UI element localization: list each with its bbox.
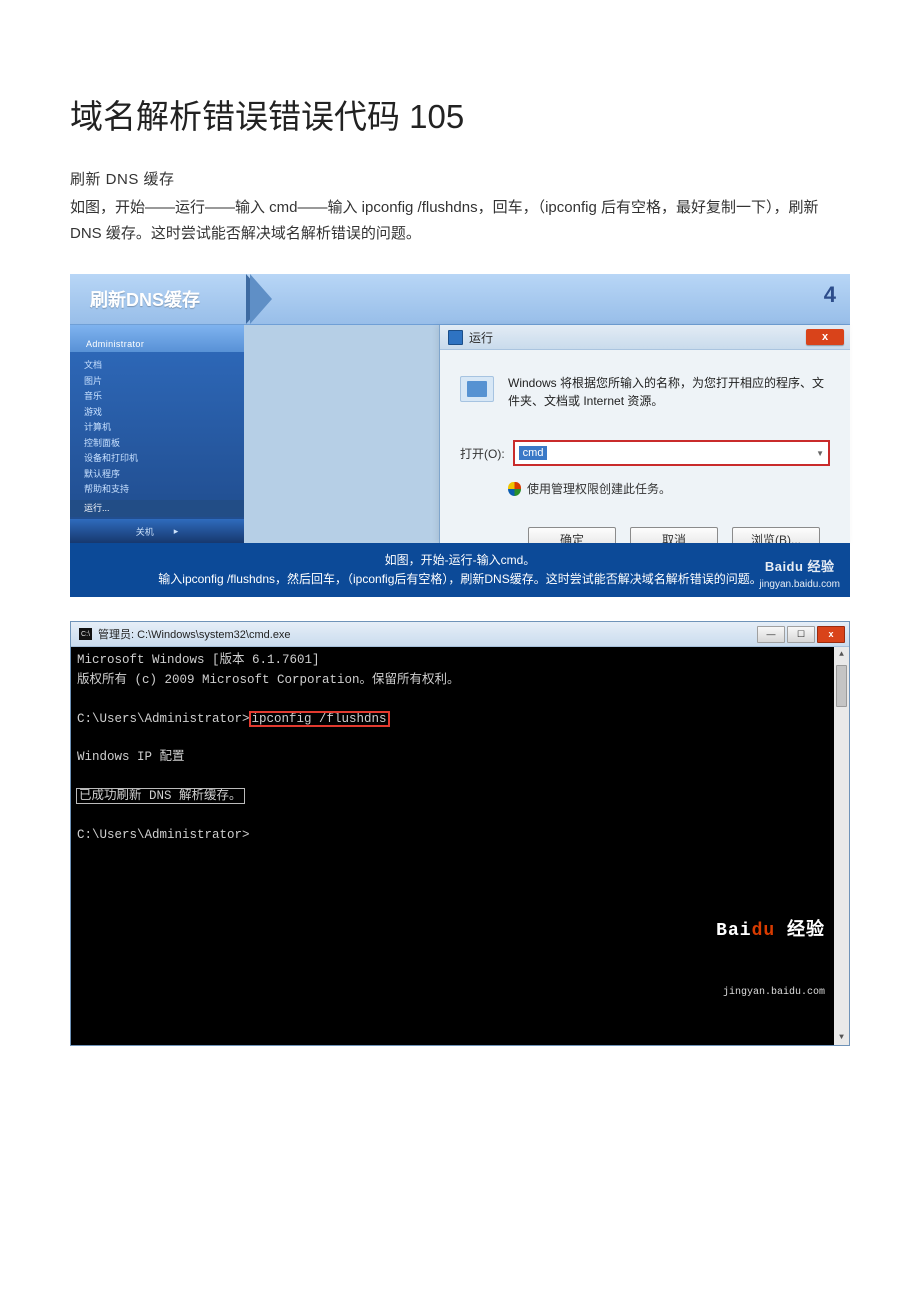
watermark: Baidu 经验 jingyan.baidu.com [716, 880, 825, 1040]
shield-icon [508, 482, 521, 496]
cmd-titlebar: C:\ 管理员: C:\Windows\system32\cmd.exe — ☐… [71, 622, 849, 647]
screenshot-run-dialog: Administrator 文档 图片 音乐 游戏 计算机 控制面板 设备和打印… [70, 325, 850, 543]
window-buttons: — ☐ x [757, 626, 845, 643]
terminal-icon: C:\ [79, 628, 92, 640]
maximize-button[interactable]: ☐ [787, 626, 815, 643]
section-body: 如图，开始——运行——输入 cmd——输入 ipconfig /flushdns… [70, 195, 850, 246]
run-large-icon [460, 376, 494, 402]
document-root: 域名解析错误错误代码 105 刷新 DNS 缓存 如图，开始——运行——输入 c… [70, 0, 850, 1086]
cmd-typed-command: ipconfig /flushdns [250, 712, 389, 726]
start-menu-run-item[interactable]: 运行... [70, 500, 244, 518]
section-subhead: 刷新 DNS 缓存 [70, 168, 850, 189]
shutdown-options-icon[interactable]: ▸ [174, 526, 179, 537]
watermark-url: jingyan.baidu.com [759, 579, 840, 590]
close-button[interactable]: x [806, 329, 844, 345]
run-input-value: cmd [519, 446, 548, 460]
run-dialog-wrap: 运行 x Windows 将根据您所输入的名称，为您打开相应的程序、文件夹、文档… [244, 325, 850, 543]
run-admin-text: 使用管理权限创建此任务。 [527, 480, 671, 497]
scroll-down-icon[interactable]: ▼ [834, 1030, 849, 1045]
step-title: 刷新DNS缓存 [70, 286, 200, 312]
run-dialog: 运行 x Windows 将根据您所输入的名称，为您打开相应的程序、文件夹、文档… [439, 325, 850, 543]
start-menu: Administrator 文档 图片 音乐 游戏 计算机 控制面板 设备和打印… [70, 325, 244, 543]
page-title: 域名解析错误错误代码 105 [70, 90, 850, 138]
scroll-thumb[interactable] [836, 665, 847, 707]
start-menu-item[interactable]: 游戏 [84, 405, 240, 421]
run-admin-hint: 使用管理权限创建此任务。 [460, 480, 830, 497]
start-menu-item[interactable]: 音乐 [84, 389, 240, 405]
scroll-up-icon[interactable]: ▲ [834, 647, 849, 662]
chevron-right-icon [250, 274, 272, 324]
start-menu-user: Administrator [70, 325, 244, 352]
watermark: Baidu 经验 jingyan.baidu.com [759, 557, 840, 594]
cmd-window: C:\ 管理员: C:\Windows\system32\cmd.exe — ☐… [70, 621, 850, 1046]
start-menu-items: 文档 图片 音乐 游戏 计算机 控制面板 设备和打印机 默认程序 帮助和支持 运… [70, 352, 244, 519]
cmd-title: 管理员: C:\Windows\system32\cmd.exe [98, 626, 291, 642]
cmd-line: 版权所有 (c) 2009 Microsoft Corporation。保留所有… [77, 673, 460, 687]
step-number: 4 [824, 282, 836, 308]
cmd-line: Microsoft Windows [版本 6.1.7601] [77, 653, 320, 667]
cmd-success-line: 已成功刷新 DNS 解析缓存。 [77, 789, 244, 803]
run-titlebar: 运行 x [440, 325, 850, 350]
caption-line: 输入ipconfig /flushdns，然后回车，（ipconfig后有空格）… [82, 570, 838, 589]
dropdown-icon[interactable]: ▼ [816, 449, 824, 458]
cmd-prompt: C:\Users\Administrator> [77, 828, 250, 842]
start-menu-item[interactable]: 控制面板 [84, 436, 240, 452]
start-menu-item[interactable]: 默认程序 [84, 467, 240, 483]
close-button[interactable]: x [817, 626, 845, 643]
start-menu-item[interactable]: 文档 [84, 358, 240, 374]
run-command-input[interactable]: cmd ▼ [513, 440, 830, 466]
caption-line: 如图，开始-运行-输入cmd。 [82, 551, 838, 570]
watermark-logo: Baidu 经验 [765, 559, 835, 574]
run-description: Windows 将根据您所输入的名称，为您打开相应的程序、文件夹、文档或 Int… [508, 374, 830, 410]
watermark-logo: Baidu 经验 [716, 918, 825, 946]
cmd-prompt: C:\Users\Administrator> [77, 712, 250, 726]
start-menu-item[interactable]: 帮助和支持 [84, 482, 240, 498]
start-menu-footer: 关机 ▸ [70, 519, 244, 543]
run-title: 运行 [469, 329, 493, 346]
figure-caption: 如图，开始-运行-输入cmd。 输入ipconfig /flushdns，然后回… [70, 543, 850, 597]
start-menu-item[interactable]: 设备和打印机 [84, 451, 240, 467]
cmd-output[interactable]: Microsoft Windows [版本 6.1.7601] 版权所有 (c)… [71, 647, 849, 1045]
open-label: 打开(O): [460, 445, 505, 462]
start-menu-item[interactable]: 计算机 [84, 420, 240, 436]
step-banner: 刷新DNS缓存 4 [70, 274, 850, 325]
watermark-url: jingyan.baidu.com [716, 985, 825, 1001]
shutdown-button[interactable]: 关机 [136, 525, 154, 538]
cmd-section: Windows IP 配置 [77, 750, 185, 764]
scrollbar[interactable]: ▲ ▼ [834, 647, 849, 1045]
minimize-button[interactable]: — [757, 626, 785, 643]
start-menu-item[interactable]: 图片 [84, 374, 240, 390]
run-icon [448, 330, 463, 345]
